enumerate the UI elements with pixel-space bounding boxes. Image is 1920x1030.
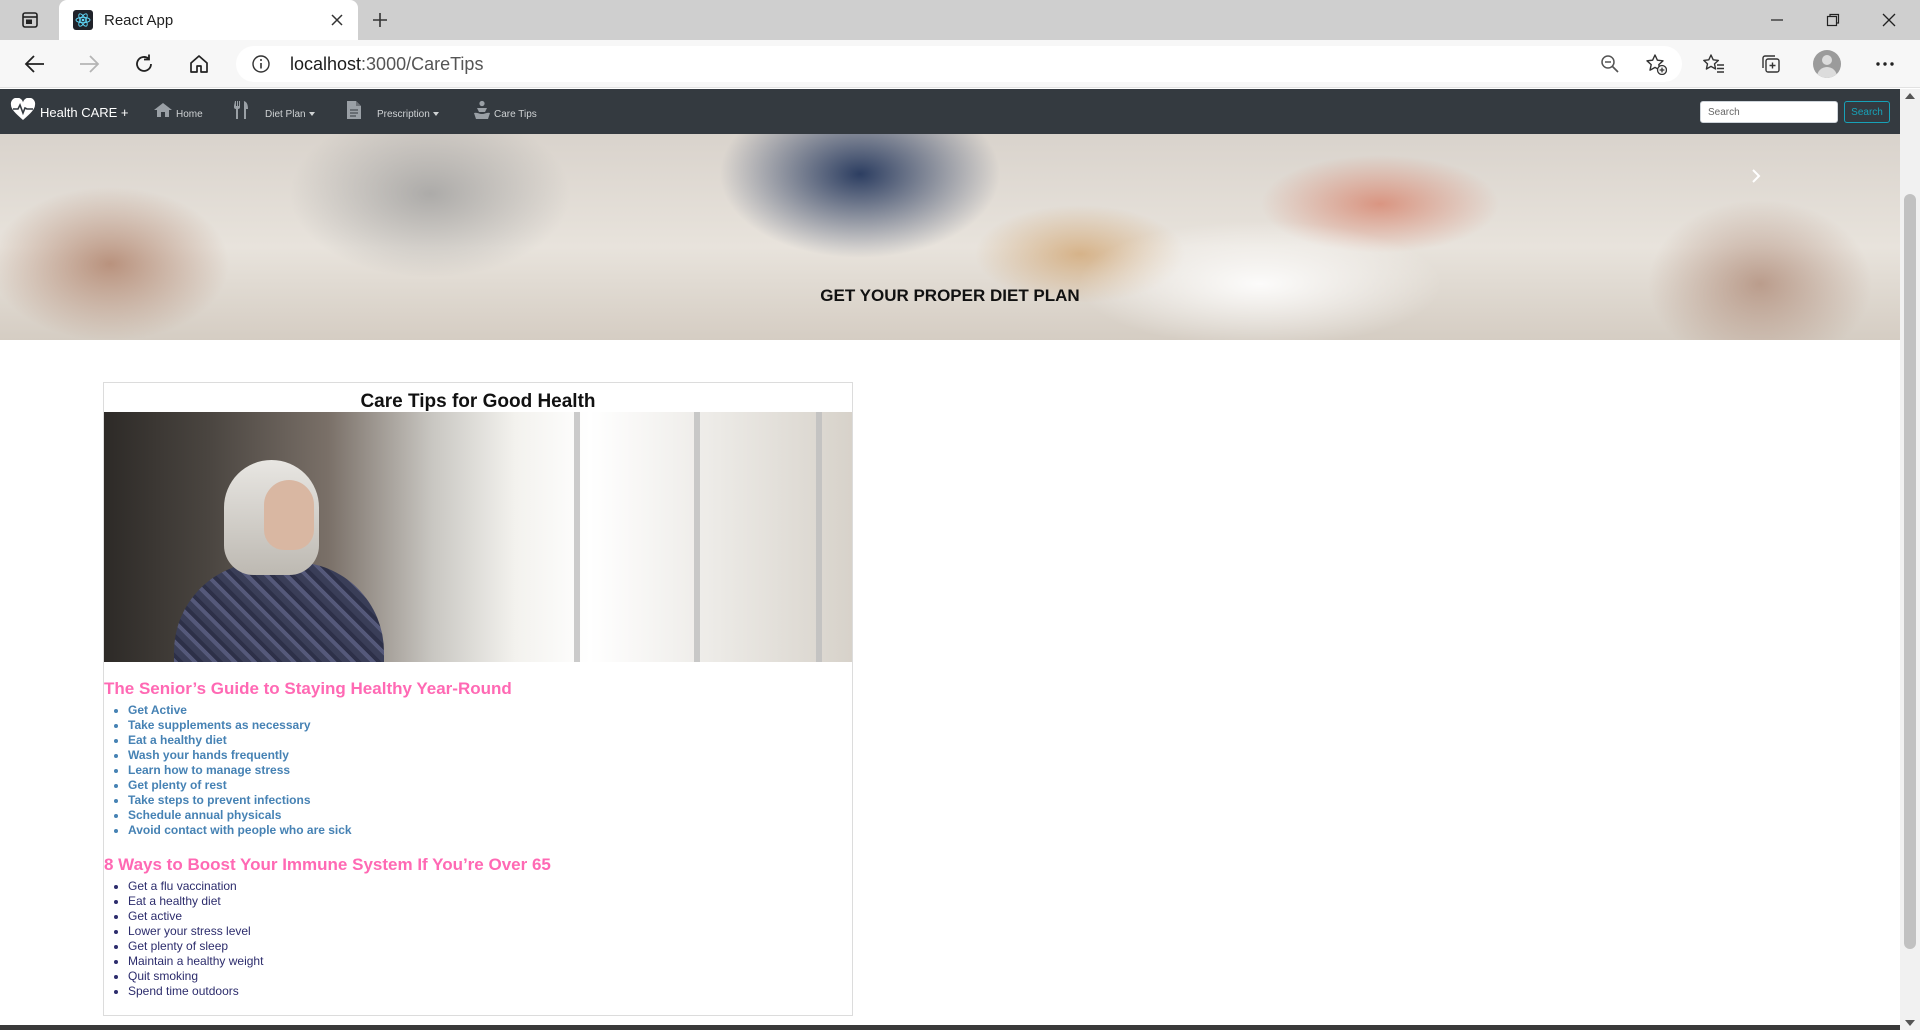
carousel-banner: GET YOUR PROPER DIET PLAN: [0, 134, 1900, 340]
window-bottom-border: [0, 1025, 1900, 1030]
list-item: Quit smoking: [128, 969, 263, 984]
favorites-icon[interactable]: [1699, 50, 1729, 78]
nav-prescription[interactable]: Prescription: [345, 89, 439, 134]
scroll-down-arrow-icon[interactable]: [1905, 1020, 1915, 1026]
heartbeat-icon: [10, 97, 36, 126]
section-title-seniors-guide: The Senior’s Guide to Staying Healthy Ye…: [104, 679, 512, 698]
brand-text: Health CARE +: [40, 104, 129, 120]
senior-woman-photo: [104, 412, 852, 662]
refresh-icon[interactable]: [129, 50, 159, 78]
nav-care-tips-label: Care Tips: [494, 109, 537, 120]
collections-icon[interactable]: [1756, 50, 1786, 78]
brand-link[interactable]: Health CARE +: [10, 97, 129, 126]
list-item: Schedule annual physicals: [128, 808, 352, 823]
scroll-up-arrow-icon[interactable]: [1905, 93, 1915, 99]
nav-diet-plan-text: Diet Plan: [265, 109, 306, 120]
card-title: Care Tips for Good Health: [360, 391, 596, 412]
home-icon: [153, 102, 173, 122]
list-item: Learn how to manage stress: [128, 763, 352, 778]
address-bar[interactable]: localhost:3000/CareTips: [236, 46, 1682, 82]
list-item: Get a flu vaccination: [128, 879, 263, 894]
chevron-down-icon: [432, 112, 439, 117]
list-item: Maintain a healthy weight: [128, 954, 263, 969]
new-tab-icon[interactable]: [368, 8, 392, 32]
list-item: Take supplements as necessary: [128, 718, 352, 733]
document-icon: [345, 100, 363, 124]
tab-title: React App: [104, 11, 174, 29]
page-scrollbar[interactable]: [1900, 89, 1920, 1030]
section-title-immune-system: 8 Ways to Boost Your Immune System If Yo…: [104, 855, 551, 874]
window-frame: [574, 412, 580, 662]
seniors-guide-list: Get Active Take supplements as necessary…: [128, 703, 352, 838]
nav-care-tips[interactable]: Care Tips: [473, 89, 537, 134]
window-frame: [816, 412, 822, 662]
home-icon[interactable]: [184, 50, 214, 78]
list-item: Eat a healthy diet: [128, 894, 263, 909]
list-item: Avoid contact with people who are sick: [128, 823, 352, 838]
chevron-right-icon[interactable]: [1746, 166, 1766, 186]
url-text: localhost:3000/CareTips: [290, 54, 483, 75]
nav-home-label: Home: [176, 109, 203, 120]
nav-home[interactable]: Home: [153, 89, 203, 134]
list-item: Get plenty of sleep: [128, 939, 263, 954]
person-face: [264, 480, 314, 550]
url-path: :3000/CareTips: [361, 53, 484, 74]
fork-knife-icon: [232, 100, 250, 124]
zoom-out-icon[interactable]: [1595, 50, 1625, 78]
page-viewport: Health CARE + Home Diet Plan Prescriptio…: [0, 89, 1900, 1030]
window-frame: [694, 412, 700, 662]
list-item: Spend time outdoors: [128, 984, 263, 999]
search-input[interactable]: [1700, 101, 1838, 123]
browser-tab-active[interactable]: React App: [59, 0, 358, 40]
nav-prescription-text: Prescription: [377, 109, 430, 120]
minimize-window-icon[interactable]: [1763, 6, 1791, 34]
care-tips-card: Care Tips for Good Health The Senior’s G…: [103, 382, 853, 1016]
site-info-icon[interactable]: [250, 53, 272, 75]
list-item: Eat a healthy diet: [128, 733, 352, 748]
forward-arrow-icon[interactable]: [74, 50, 104, 78]
more-menu-icon[interactable]: [1870, 50, 1900, 78]
nav-diet-plan-label: Diet Plan: [265, 109, 315, 120]
profile-avatar-icon[interactable]: [1813, 50, 1841, 78]
app-navbar: Health CARE + Home Diet Plan Prescriptio…: [0, 89, 1900, 134]
browser-toolbar: localhost:3000/CareTips: [0, 40, 1920, 88]
list-item: Get Active: [128, 703, 352, 718]
url-host: localhost: [290, 53, 362, 74]
react-logo-icon: [73, 10, 93, 30]
list-item: Lower your stress level: [128, 924, 263, 939]
restore-window-icon[interactable]: [1819, 6, 1847, 34]
tab-actions-icon[interactable]: [18, 9, 42, 31]
chevron-down-icon: [308, 112, 315, 117]
search-button[interactable]: Search: [1844, 101, 1890, 123]
close-window-icon[interactable]: [1875, 6, 1903, 34]
list-item: Get active: [128, 909, 263, 924]
list-item: Take steps to prevent infections: [128, 793, 352, 808]
scrollbar-thumb[interactable]: [1904, 194, 1916, 949]
back-arrow-icon[interactable]: [20, 50, 50, 78]
add-favorite-icon[interactable]: [1641, 50, 1671, 78]
close-tab-icon[interactable]: [328, 11, 346, 29]
banner-caption: GET YOUR PROPER DIET PLAN: [820, 286, 1080, 305]
browser-tab-bar: React App: [0, 0, 1920, 40]
list-item: Wash your hands frequently: [128, 748, 352, 763]
person-body: [174, 562, 384, 662]
list-item: Get plenty of rest: [128, 778, 352, 793]
immune-system-list: Get a flu vaccination Eat a healthy diet…: [128, 879, 263, 999]
nav-diet-plan[interactable]: Diet Plan: [232, 89, 315, 134]
caregiver-icon: [473, 100, 491, 124]
nav-prescription-label: Prescription: [377, 109, 439, 120]
